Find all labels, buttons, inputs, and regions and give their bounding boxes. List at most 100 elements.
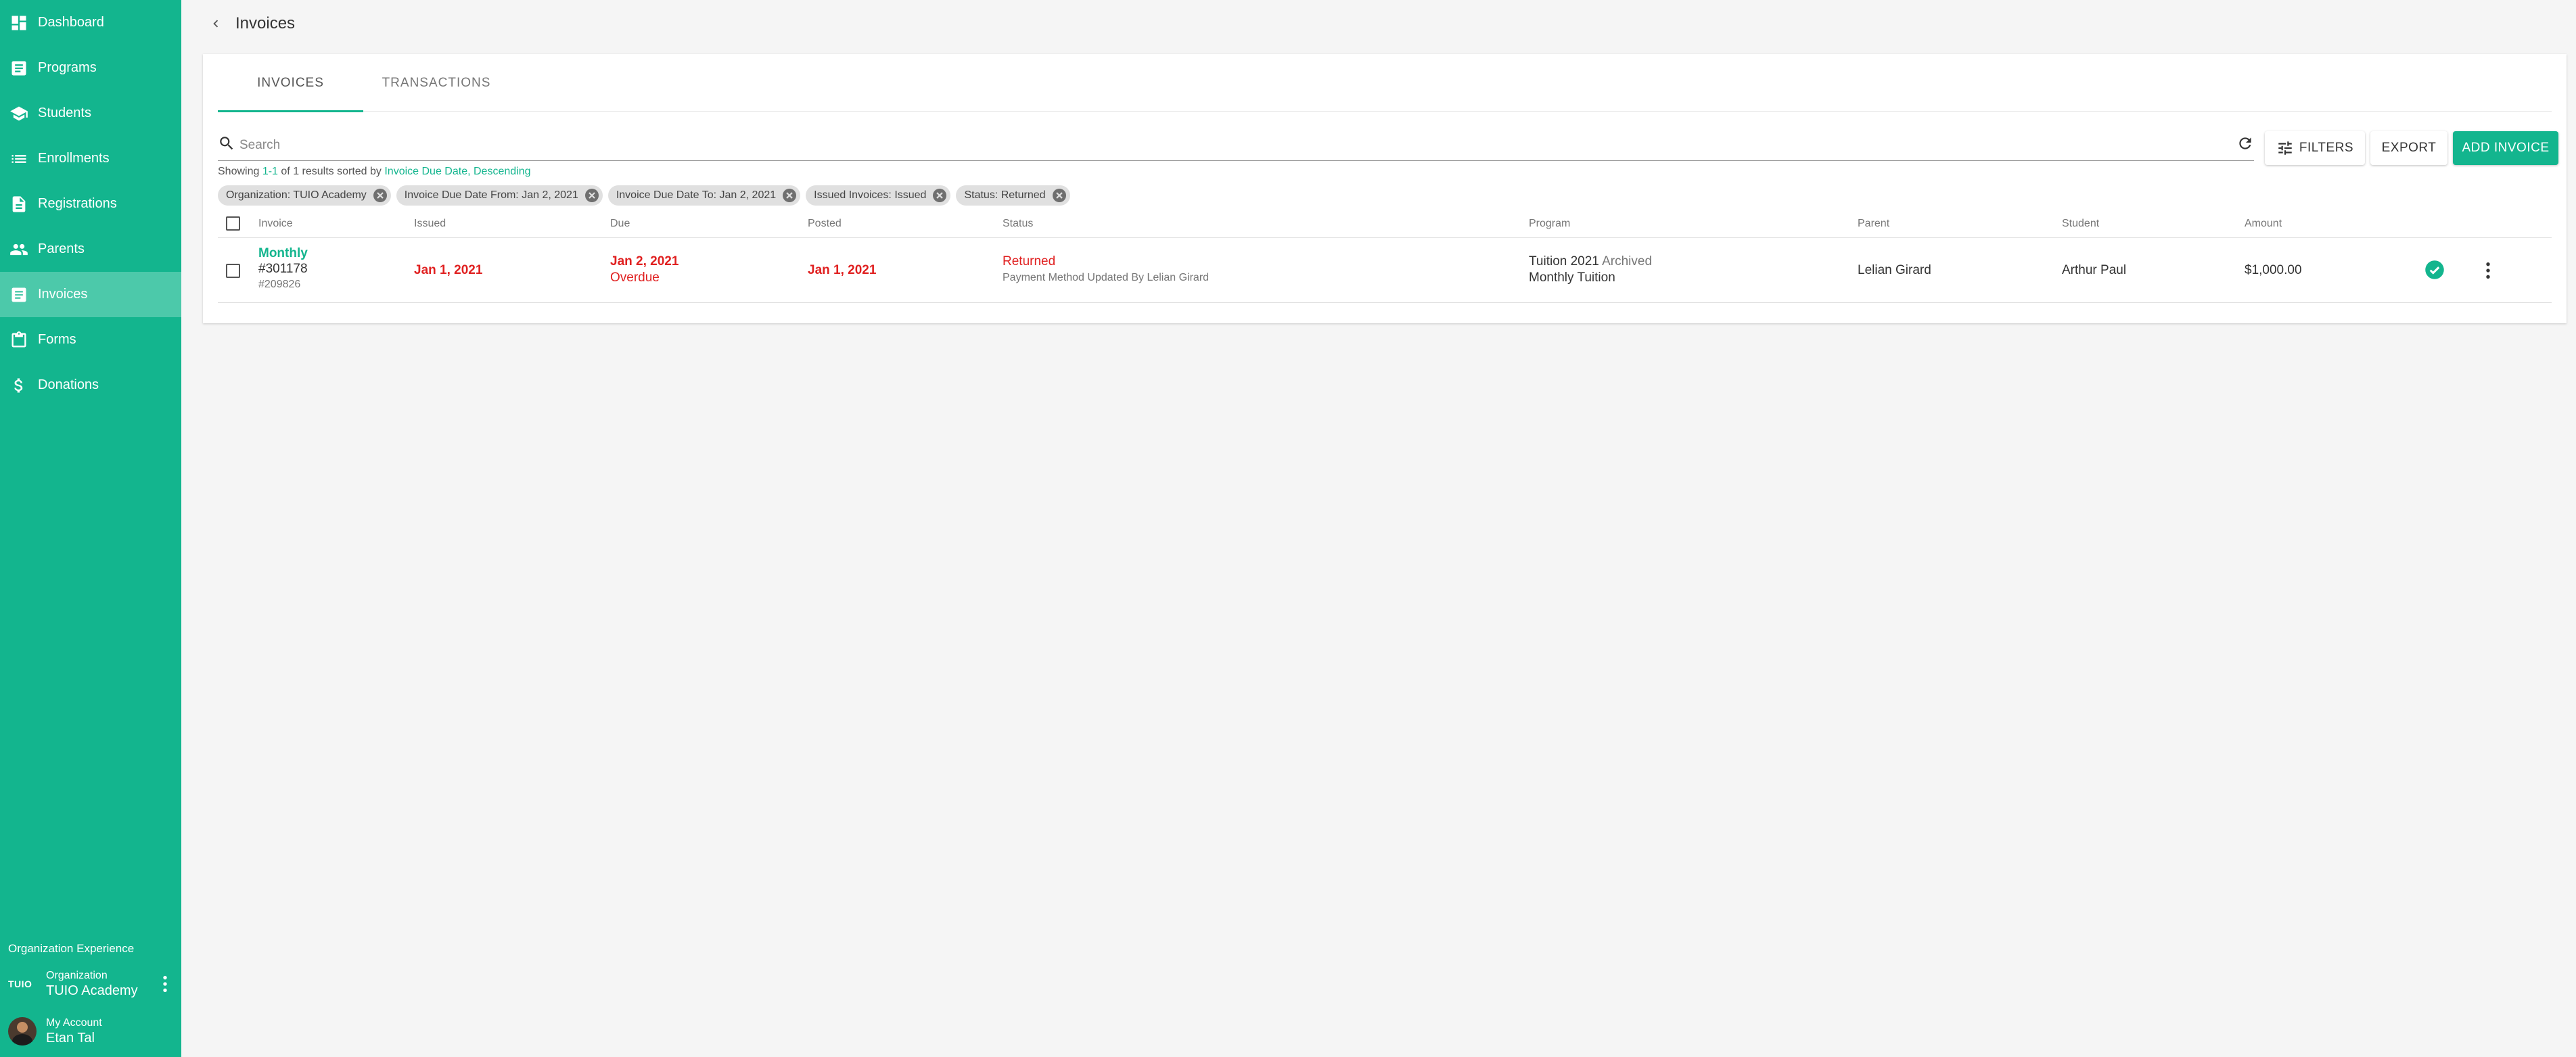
sidebar-item-label: Donations	[38, 377, 99, 392]
export-button[interactable]: EXPORT	[2370, 131, 2447, 165]
main-content: Invoices INVOICES TRANSACTIONS FILTERS	[181, 0, 2576, 1057]
status-label: Returned	[1003, 254, 1056, 268]
results-summary: Showing 1-1 of 1 results sorted by Invoi…	[218, 166, 530, 178]
account-menu[interactable]: My Account Etan Tal	[0, 1006, 181, 1057]
sidebar-item-programs[interactable]: Programs	[0, 45, 181, 91]
sidebar-item-label: Parents	[38, 241, 85, 256]
cancel-icon[interactable]	[781, 187, 798, 204]
filters-button[interactable]: FILTERS	[2265, 131, 2365, 165]
sidebar-item-label: Enrollments	[38, 151, 110, 166]
summary-middle: of 1 results sorted by	[277, 166, 385, 177]
invoice-sub-number: #209826	[258, 279, 301, 290]
sidebar-item-invoices[interactable]: Invoices	[0, 272, 181, 317]
filters-button-label: FILTERS	[2299, 141, 2354, 155]
invoice-number: #301178	[258, 262, 308, 276]
document-icon	[9, 59, 28, 78]
program-name: Tuition 2021	[1529, 254, 1599, 268]
document-icon	[9, 195, 28, 214]
invoices-card: INVOICES TRANSACTIONS FILTERS EXPORT ADD…	[203, 54, 2567, 323]
refresh-icon[interactable]	[2236, 135, 2254, 156]
sidebar-item-forms[interactable]: Forms	[0, 317, 181, 362]
sidebar-item-label: Forms	[38, 332, 76, 347]
cancel-icon[interactable]	[584, 187, 600, 204]
column-header-amount[interactable]: Amount	[2245, 218, 2282, 230]
search-bar	[218, 130, 2254, 161]
column-header-due[interactable]: Due	[610, 218, 630, 230]
column-header-student[interactable]: Student	[2062, 218, 2099, 230]
summary-range: 1-1	[262, 166, 278, 177]
sidebar-item-registrations[interactable]: Registrations	[0, 181, 181, 227]
sidebar-item-label: Students	[38, 105, 91, 120]
issued-date: Jan 1, 2021	[414, 263, 483, 277]
status-note: Payment Method Updated By Lelian Girard	[1003, 272, 1210, 283]
parent-name[interactable]: Lelian Girard	[1858, 263, 1931, 278]
select-all-checkbox[interactable]	[226, 216, 240, 231]
tune-icon	[2278, 141, 2292, 155]
program-sub: Monthly Tuition	[1529, 271, 1615, 285]
sidebar-item-label: Dashboard	[38, 15, 104, 30]
row-checkbox[interactable]	[226, 264, 240, 278]
cancel-icon[interactable]	[932, 187, 948, 204]
organization-label: Organization	[46, 969, 108, 981]
tab-invoices[interactable]: INVOICES	[218, 54, 363, 112]
filter-chip: Organization: TUIO Academy	[218, 185, 391, 206]
sidebar-item-students[interactable]: Students	[0, 91, 181, 136]
invoice-name-link[interactable]: Monthly	[258, 246, 308, 261]
sidebar-item-label: Programs	[38, 60, 97, 75]
organization-logo: TUIO	[8, 979, 32, 989]
table-header: Invoice Issued Due Posted Status Program…	[218, 210, 2552, 238]
filter-chip: Invoice Due Date To: Jan 2, 2021	[607, 185, 801, 206]
filter-chip: Invoice Due Date From: Jan 2, 2021	[396, 185, 603, 206]
tab-bar: INVOICES TRANSACTIONS	[218, 54, 2552, 112]
filter-chip-label: Invoice Due Date To: Jan 2, 2021	[616, 189, 777, 201]
add-invoice-button[interactable]: ADD INVOICE	[2453, 131, 2558, 165]
column-header-status[interactable]: Status	[1003, 218, 1033, 230]
sidebar-item-parents[interactable]: Parents	[0, 227, 181, 272]
search-icon	[218, 135, 235, 156]
filter-chip: Status: Returned	[956, 185, 1070, 206]
dashboard-icon	[9, 14, 28, 32]
check-circle-icon	[2424, 260, 2445, 284]
posted-date: Jan 1, 2021	[808, 263, 877, 277]
page-title: Invoices	[235, 14, 296, 32]
column-header-posted[interactable]: Posted	[808, 218, 842, 230]
dollar-icon	[9, 376, 28, 395]
table-row[interactable]: Monthly #301178 #209826 Jan 1, 2021 Jan …	[218, 238, 2552, 303]
school-icon	[9, 104, 28, 123]
organization-switcher[interactable]: TUIO Organization TUIO Academy	[0, 962, 181, 1006]
sidebar: Dashboard Programs Students Enrollments	[0, 0, 181, 1057]
sidebar-footer: Organization Experience TUIO Organizatio…	[0, 935, 181, 1057]
cancel-icon[interactable]	[372, 187, 388, 204]
column-header-issued[interactable]: Issued	[414, 218, 446, 230]
people-icon	[9, 240, 28, 259]
filter-chips: Organization: TUIO Academy Invoice Due D…	[218, 185, 1070, 206]
more-vert-icon[interactable]	[2485, 261, 2491, 284]
filter-chip-label: Organization: TUIO Academy	[226, 189, 367, 201]
filter-chip-label: Status: Returned	[964, 189, 1046, 201]
document-icon	[9, 285, 28, 304]
filter-chip-label: Invoice Due Date From: Jan 2, 2021	[404, 189, 578, 201]
clipboard-icon	[9, 331, 28, 350]
sort-link[interactable]: Invoice Due Date, Descending	[384, 166, 530, 177]
search-input[interactable]	[239, 131, 2236, 159]
student-name[interactable]: Arthur Paul	[2062, 263, 2126, 278]
sidebar-item-enrollments[interactable]: Enrollments	[0, 136, 181, 181]
column-header-invoice[interactable]: Invoice	[258, 218, 293, 230]
column-header-parent[interactable]: Parent	[1858, 218, 1889, 230]
organization-experience-label: Organization Experience	[8, 942, 135, 955]
back-arrow-icon[interactable]	[206, 14, 226, 34]
overdue-label: Overdue	[610, 271, 660, 285]
list-icon	[9, 149, 28, 168]
column-header-program[interactable]: Program	[1529, 218, 1570, 230]
sidebar-item-donations[interactable]: Donations	[0, 362, 181, 408]
more-vert-icon[interactable]	[157, 972, 173, 996]
sidebar-item-dashboard[interactable]: Dashboard	[0, 0, 181, 45]
tab-transactions[interactable]: TRANSACTIONS	[363, 54, 509, 112]
page-header: Invoices	[181, 0, 2576, 47]
account-name: Etan Tal	[46, 1030, 95, 1046]
organization-name: TUIO Academy	[46, 983, 138, 998]
amount: $1,000.00	[2245, 263, 2302, 277]
sidebar-item-label: Registrations	[38, 196, 117, 211]
sidebar-nav: Dashboard Programs Students Enrollments	[0, 0, 181, 408]
cancel-icon[interactable]	[1051, 187, 1067, 204]
